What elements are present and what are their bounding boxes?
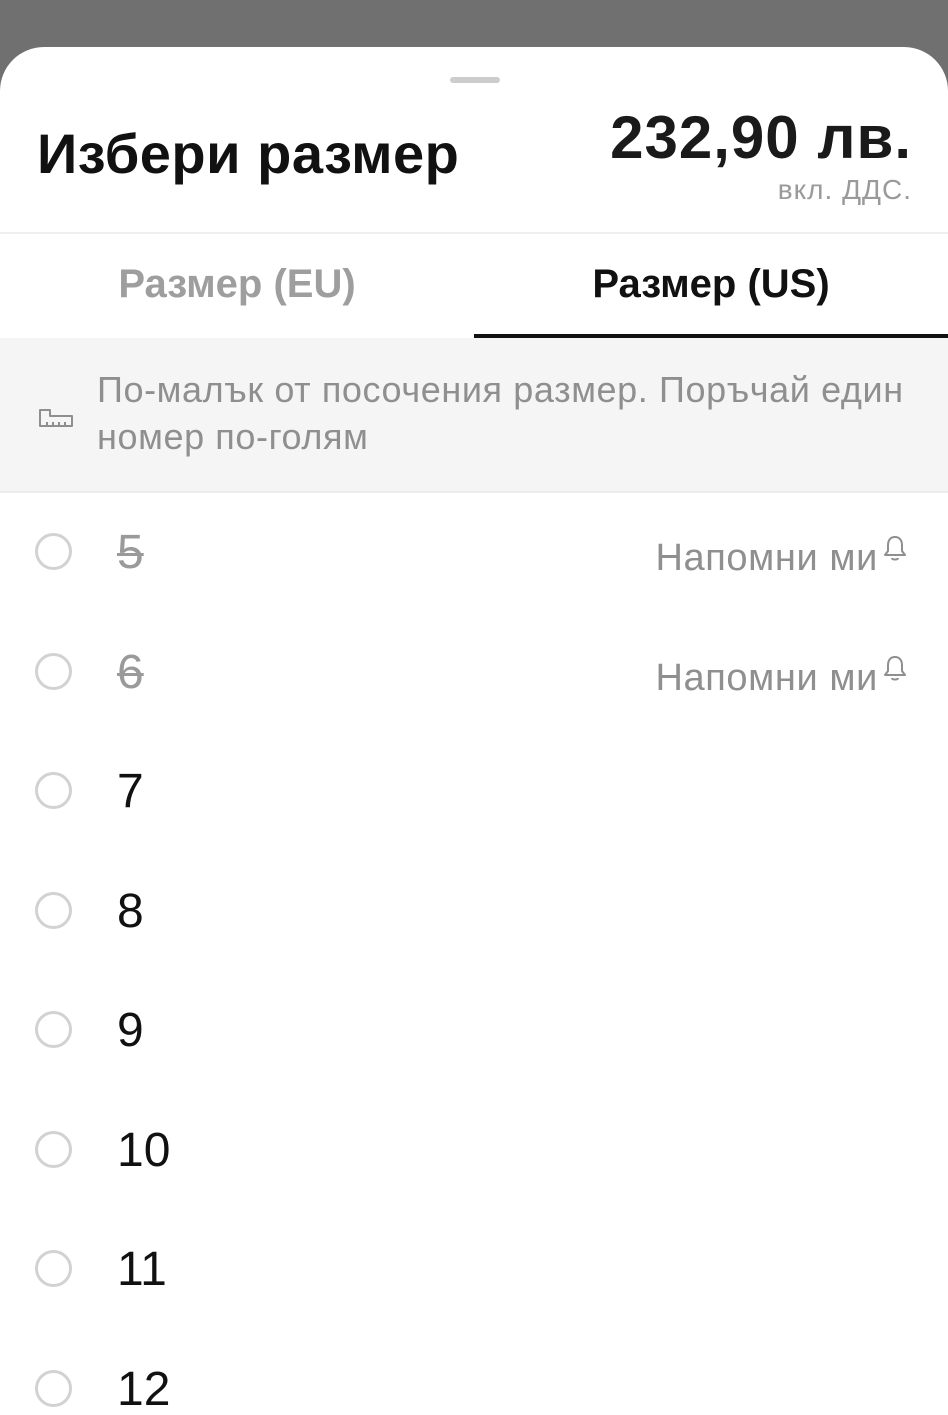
remind-me-label: Напомни ми [655,656,878,699]
size-option[interactable]: 11 [0,1210,948,1330]
page-title: Избери размер [37,122,460,185]
size-radio[interactable] [35,533,72,570]
size-radio[interactable] [35,772,72,809]
size-option[interactable]: 9 [0,971,948,1091]
size-picker-sheet: Избери размер 232,90 лв. вкл. ДДС. Разме… [0,47,948,1415]
fit-notice: По-малък от посочения размер. Поръчай ед… [0,338,948,493]
size-option[interactable]: 7 [0,732,948,852]
size-radio[interactable] [35,1130,72,1168]
size-radio[interactable] [35,1011,72,1048]
price-label: 232,90 лв. [610,104,912,171]
vat-note: вкл. ДДС. [777,174,912,205]
size-label: 8 [117,884,144,938]
ruler-icon [39,409,73,427]
remind-me-label: Напомни ми [655,537,878,579]
size-label: 6 [117,645,144,699]
size-radio[interactable] [35,1369,72,1407]
remind-me-link[interactable]: Напомни ми [655,536,908,580]
size-option[interactable]: 10 [0,1091,948,1211]
size-label: 5 [117,526,144,579]
size-radio[interactable] [35,1250,72,1287]
remind-me-link[interactable]: Напомни ми [655,655,908,700]
size-system-tabs: Размер (EU) Размер (US) [0,234,948,338]
size-label: 10 [117,1123,171,1177]
tab-size-eu[interactable]: Размер (EU) [0,234,474,338]
size-list: 5 Напомни ми 6 Напомни ми 7 8 9 10 11 12 [0,493,948,1415]
sheet-grabber[interactable] [450,77,500,83]
tab-size-us[interactable]: Размер (US) [474,234,948,338]
size-option[interactable]: 8 [0,852,948,972]
size-label: 11 [117,1243,167,1296]
size-option[interactable]: 6 Напомни ми [0,613,948,733]
bell-icon [884,536,906,561]
size-radio[interactable] [35,891,72,929]
size-label: 9 [117,1004,144,1057]
size-label: 7 [117,765,144,818]
size-option[interactable]: 5 Напомни ми [0,493,948,613]
bell-icon [884,655,906,680]
size-option[interactable]: 12 [0,1330,948,1415]
size-label: 12 [117,1362,171,1415]
size-radio[interactable] [35,652,72,690]
fit-notice-text: По-малък от посочения размер. Поръчай ед… [97,369,904,457]
